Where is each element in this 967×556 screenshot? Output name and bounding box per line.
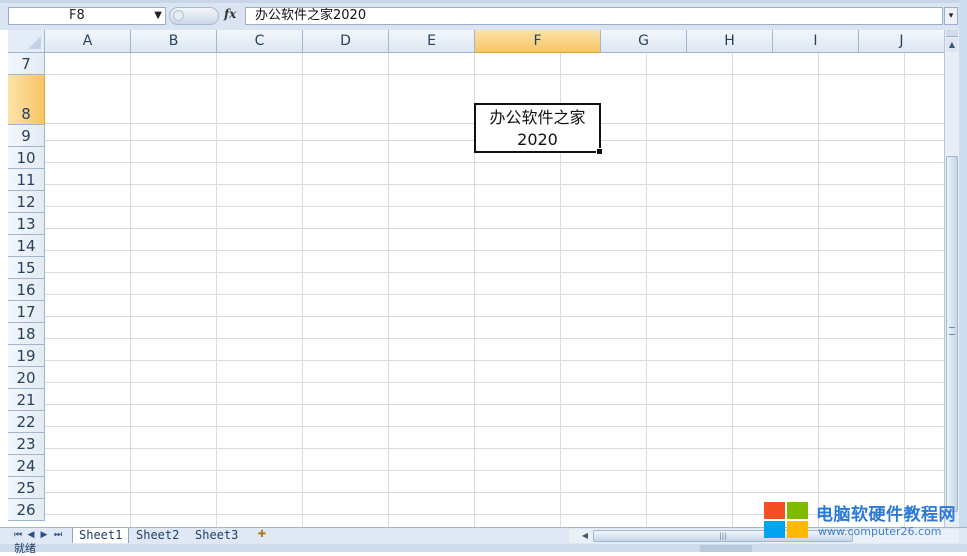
ribbon-edge xyxy=(0,0,967,3)
scroll-left-icon[interactable]: ◀ xyxy=(579,529,591,543)
last-sheet-icon[interactable]: ⏭ xyxy=(52,529,64,542)
row-number: 26 xyxy=(16,501,36,519)
watermark-url: www.computer26.com xyxy=(818,525,942,538)
chevron-down-icon[interactable]: ▼ xyxy=(154,8,162,24)
vertical-scroll-thumb[interactable] xyxy=(946,156,958,512)
sheet-tab-sheet3[interactable]: Sheet3 xyxy=(189,528,244,543)
cell-text-line-2: 2020 xyxy=(517,130,558,149)
column-header-h[interactable]: H xyxy=(687,30,773,53)
row-header-10[interactable]: 10 xyxy=(8,147,45,169)
cell-text-line-1: 办公软件之家 xyxy=(489,108,586,127)
name-box[interactable]: F8 ▼ xyxy=(8,7,166,25)
expand-formula-bar-button[interactable]: ▾ xyxy=(944,7,958,25)
row-number: 7 xyxy=(21,55,31,73)
row-number: 22 xyxy=(16,413,36,431)
row-number: 21 xyxy=(16,391,36,409)
active-cell-f8[interactable]: 办公软件之家 2020 xyxy=(474,103,603,155)
split-box[interactable] xyxy=(946,30,958,37)
row-number: 19 xyxy=(16,347,36,365)
column-header-i[interactable]: I xyxy=(773,30,859,53)
fill-handle[interactable] xyxy=(596,148,603,155)
next-sheet-icon[interactable]: ▶ xyxy=(38,529,50,542)
insert-function-button[interactable]: fx xyxy=(224,7,236,21)
sheet-tab-sheet1[interactable]: Sheet1 xyxy=(72,528,130,543)
row-header-14[interactable]: 14 xyxy=(8,235,45,257)
column-header-f[interactable]: F xyxy=(475,30,601,53)
column-header-e[interactable]: E xyxy=(389,30,475,53)
row-header-11[interactable]: 11 xyxy=(8,169,45,191)
status-ready: 就绪 xyxy=(14,542,36,555)
row-number: 17 xyxy=(16,303,36,321)
view-buttons[interactable] xyxy=(700,545,752,552)
insert-sheet-icon[interactable]: ✚ xyxy=(254,529,270,542)
formula-input[interactable]: 办公软件之家2020 xyxy=(245,7,943,25)
row-number: 11 xyxy=(16,171,36,189)
sheet-tab-sheet2[interactable]: Sheet2 xyxy=(130,528,185,543)
row-header-15[interactable]: 15 xyxy=(8,257,45,279)
row-header-19[interactable]: 19 xyxy=(8,345,45,367)
row-number: 14 xyxy=(16,237,36,255)
row-number: 8 xyxy=(21,105,31,123)
row-number: 10 xyxy=(16,149,36,167)
column-header-d[interactable]: D xyxy=(303,30,389,53)
column-header-g[interactable]: G xyxy=(601,30,687,53)
row-header-18[interactable]: 18 xyxy=(8,323,45,345)
worksheet-grid[interactable]: A B C D E F G H I J 7 8 9 10 11 12 13 14… xyxy=(8,30,944,527)
row-header-7[interactable]: 7 xyxy=(8,53,45,75)
formula-text: 办公软件之家2020 xyxy=(255,8,367,23)
row-header-25[interactable]: 25 xyxy=(8,477,45,499)
row-number: 23 xyxy=(16,435,36,453)
vertical-scrollbar[interactable]: ▲ xyxy=(944,30,959,527)
formula-bar: F8 ▼ fx 办公软件之家2020 ▾ xyxy=(0,0,967,30)
row-number: 16 xyxy=(16,281,36,299)
row-header-13[interactable]: 13 xyxy=(8,213,45,235)
column-header-j[interactable]: J xyxy=(859,30,944,53)
row-header-9[interactable]: 9 xyxy=(8,125,45,147)
windows-logo-icon xyxy=(764,502,808,538)
row-header-20[interactable]: 20 xyxy=(8,367,45,389)
watermark-title: 电脑软硬件教程网 xyxy=(816,505,956,525)
row-header-26[interactable]: 26 xyxy=(8,499,45,521)
formula-bar-resize-handle[interactable] xyxy=(169,7,219,25)
row-header-8[interactable]: 8 xyxy=(8,75,45,125)
row-header-21[interactable]: 21 xyxy=(8,389,45,411)
row-header-12[interactable]: 12 xyxy=(8,191,45,213)
name-box-value: F8 xyxy=(69,8,85,23)
row-number: 25 xyxy=(16,479,36,497)
select-all-button[interactable] xyxy=(8,30,45,53)
scroll-up-icon[interactable]: ▲ xyxy=(946,38,958,52)
column-header-b[interactable]: B xyxy=(131,30,217,53)
row-number: 13 xyxy=(16,215,36,233)
row-number: 15 xyxy=(16,259,36,277)
row-number: 9 xyxy=(21,127,31,145)
window-edge xyxy=(959,0,967,552)
column-header-a[interactable]: A xyxy=(45,30,131,53)
row-header-17[interactable]: 17 xyxy=(8,301,45,323)
grip-icon xyxy=(949,327,955,335)
row-number: 12 xyxy=(16,193,36,211)
row-number: 18 xyxy=(16,325,36,343)
row-header-24[interactable]: 24 xyxy=(8,455,45,477)
row-number: 24 xyxy=(16,457,36,475)
watermark: 电脑软硬件教程网 www.computer26.com xyxy=(762,497,962,547)
column-header-c[interactable]: C xyxy=(217,30,303,53)
row-number: 20 xyxy=(16,369,36,387)
row-header-16[interactable]: 16 xyxy=(8,279,45,301)
row-header-23[interactable]: 23 xyxy=(8,433,45,455)
formula-controls: fx xyxy=(166,6,244,26)
row-header-22[interactable]: 22 xyxy=(8,411,45,433)
